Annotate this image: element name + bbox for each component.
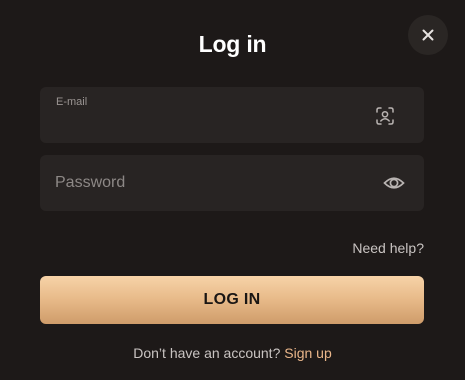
signup-prompt-text: Don’t have an account? xyxy=(133,345,281,361)
dialog-title: Log in xyxy=(198,31,267,57)
email-field[interactable]: E-mail xyxy=(40,87,424,143)
email-input[interactable] xyxy=(55,109,355,135)
need-help-link[interactable]: Need help? xyxy=(352,240,424,256)
eye-icon[interactable] xyxy=(382,171,406,195)
email-label: E-mail xyxy=(56,96,88,108)
password-field[interactable] xyxy=(40,155,424,211)
login-button[interactable]: LOG IN xyxy=(40,276,424,324)
face-id-icon[interactable] xyxy=(374,105,396,127)
sign-up-link[interactable]: Sign up xyxy=(284,345,331,361)
password-input[interactable] xyxy=(55,170,355,196)
signup-prompt: Don’t have an account? Sign up xyxy=(0,345,465,361)
